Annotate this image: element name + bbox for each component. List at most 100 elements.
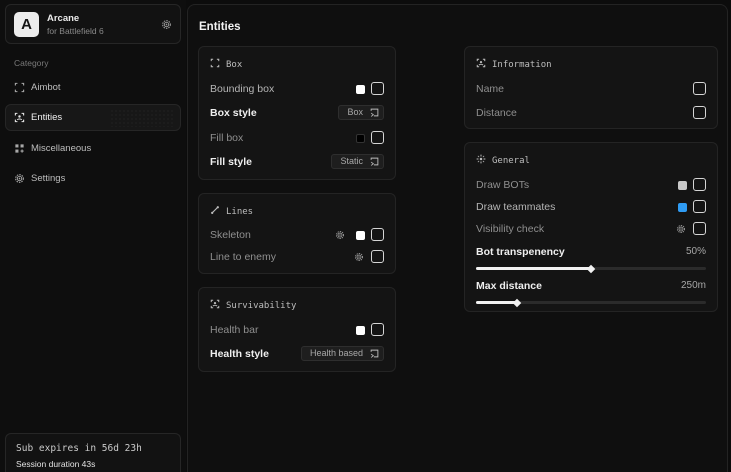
slider-thumb[interactable] [586, 264, 596, 273]
slider-fill [476, 301, 518, 304]
option-label: Health style [210, 348, 269, 360]
gear-icon[interactable] [161, 19, 172, 30]
fill-style-row: Fill style Static [210, 154, 384, 172]
active-pattern [110, 109, 174, 127]
lines-panel: Lines Skeleton Line to enemy [198, 193, 396, 274]
checkbox[interactable] [371, 323, 384, 336]
sidebar: A Arcane for Battlefield 6 Category Aimb… [0, 0, 186, 472]
entity-icon [14, 112, 25, 123]
select-icon [370, 349, 379, 358]
color-swatch[interactable] [678, 203, 687, 212]
gear-icon [14, 173, 25, 184]
sidebar-item-label: Aimbot [31, 82, 61, 93]
health-style-select[interactable]: Health based [300, 346, 384, 361]
app-name: Arcane [47, 13, 80, 24]
color-swatch[interactable] [356, 134, 365, 143]
panel-header: Box [210, 58, 242, 70]
checkbox[interactable] [693, 178, 706, 191]
checkbox[interactable] [693, 222, 706, 235]
panel-header: General [476, 154, 530, 166]
sidebar-item-label: Settings [31, 173, 66, 184]
line-to-enemy-row: Line to enemy [210, 249, 384, 267]
checkbox[interactable] [693, 106, 706, 119]
app-logo: A [14, 12, 39, 37]
skeleton-row: Skeleton [210, 227, 384, 245]
sidebar-item-entities[interactable]: Entities [5, 104, 181, 131]
color-swatch[interactable] [356, 326, 365, 335]
option-label: Name [476, 83, 505, 95]
checkbox[interactable] [371, 82, 384, 95]
fill-style-select[interactable]: Static [331, 154, 384, 169]
checkbox[interactable] [371, 131, 384, 144]
health-bar-row: Health bar [210, 322, 384, 340]
option-label: Bounding box [210, 83, 275, 95]
max-distance-row: Max distance 250m [476, 278, 706, 296]
entity-icon [476, 58, 486, 68]
information-panel: Information Name Distance [464, 46, 718, 129]
page-title: Entities [199, 21, 241, 33]
checkbox[interactable] [371, 228, 384, 241]
subscription-card: Sub expires in 56d 23h Session duration … [5, 433, 181, 472]
panel-title: Survivability [226, 301, 297, 311]
option-label: Max distance [476, 280, 542, 292]
option-label: Fill style [210, 156, 253, 168]
bot-transparency-row: Bot transpenency 50% [476, 244, 706, 262]
crosshair-icon [476, 154, 486, 164]
sidebar-item-aimbot[interactable]: Aimbot [5, 74, 181, 101]
survivability-panel: Survivability Health bar Health style He… [198, 287, 396, 372]
category-label: Category [14, 58, 49, 68]
sidebar-item-label: Miscellaneous [31, 143, 92, 154]
session-duration: Session duration 43s [16, 459, 96, 469]
bounding-box-row: Bounding box [210, 81, 384, 99]
box-style-select[interactable]: Box [338, 105, 384, 120]
line-icon [210, 205, 220, 215]
option-label: Health bar [210, 324, 259, 336]
panel-title: General [492, 156, 530, 166]
name-row: Name [476, 81, 706, 99]
color-swatch[interactable] [356, 231, 365, 240]
panel-header: Survivability [210, 299, 296, 311]
select-value: Static [340, 156, 363, 166]
option-label: Bot transpenency [476, 246, 565, 258]
option-label: Skeleton [210, 229, 251, 241]
color-swatch[interactable] [356, 85, 365, 94]
frame-icon [210, 58, 220, 68]
select-value: Health based [309, 348, 363, 358]
panel-title: Lines [226, 207, 254, 217]
app-subtitle: for Battlefield 6 [47, 26, 104, 36]
box-style-row: Box style Box [210, 105, 384, 123]
health-style-row: Health style Health based [210, 346, 384, 364]
panel-header: Information [476, 58, 552, 70]
slider-thumb[interactable] [513, 298, 522, 307]
general-panel: General Draw BOTs Draw teammates Visibil… [464, 142, 718, 312]
option-label: Line to enemy [210, 251, 276, 263]
slider-track [476, 264, 706, 273]
checkbox[interactable] [693, 82, 706, 95]
slider-track [476, 298, 706, 307]
fill-box-row: Fill box [210, 130, 384, 148]
panel-header: Lines [210, 205, 253, 217]
main-content: Entities Box Bounding box Box style Box … [187, 4, 728, 472]
option-label: Visibility check [476, 223, 545, 235]
select-value: Box [347, 107, 363, 117]
slider-value: 50% [685, 246, 706, 257]
gear-icon[interactable] [354, 252, 364, 262]
bot-transparency-slider[interactable] [476, 264, 706, 273]
entity-icon [210, 299, 220, 309]
grid-icon [14, 143, 25, 154]
sidebar-item-settings[interactable]: Settings [5, 165, 181, 192]
gear-icon[interactable] [335, 230, 345, 240]
checkbox[interactable] [693, 200, 706, 213]
sidebar-item-miscellaneous[interactable]: Miscellaneous [5, 135, 181, 162]
distance-row: Distance [476, 105, 706, 123]
draw-teammates-row: Draw teammates [476, 199, 706, 217]
draw-bots-row: Draw BOTs [476, 177, 706, 195]
max-distance-slider[interactable] [476, 298, 706, 307]
slider-value: 250m [680, 280, 706, 291]
select-icon [370, 108, 379, 117]
option-label: Box style [210, 107, 257, 119]
gear-icon[interactable] [676, 224, 686, 234]
sidebar-item-label: Entities [31, 112, 63, 123]
color-swatch[interactable] [678, 181, 687, 190]
checkbox[interactable] [371, 250, 384, 263]
